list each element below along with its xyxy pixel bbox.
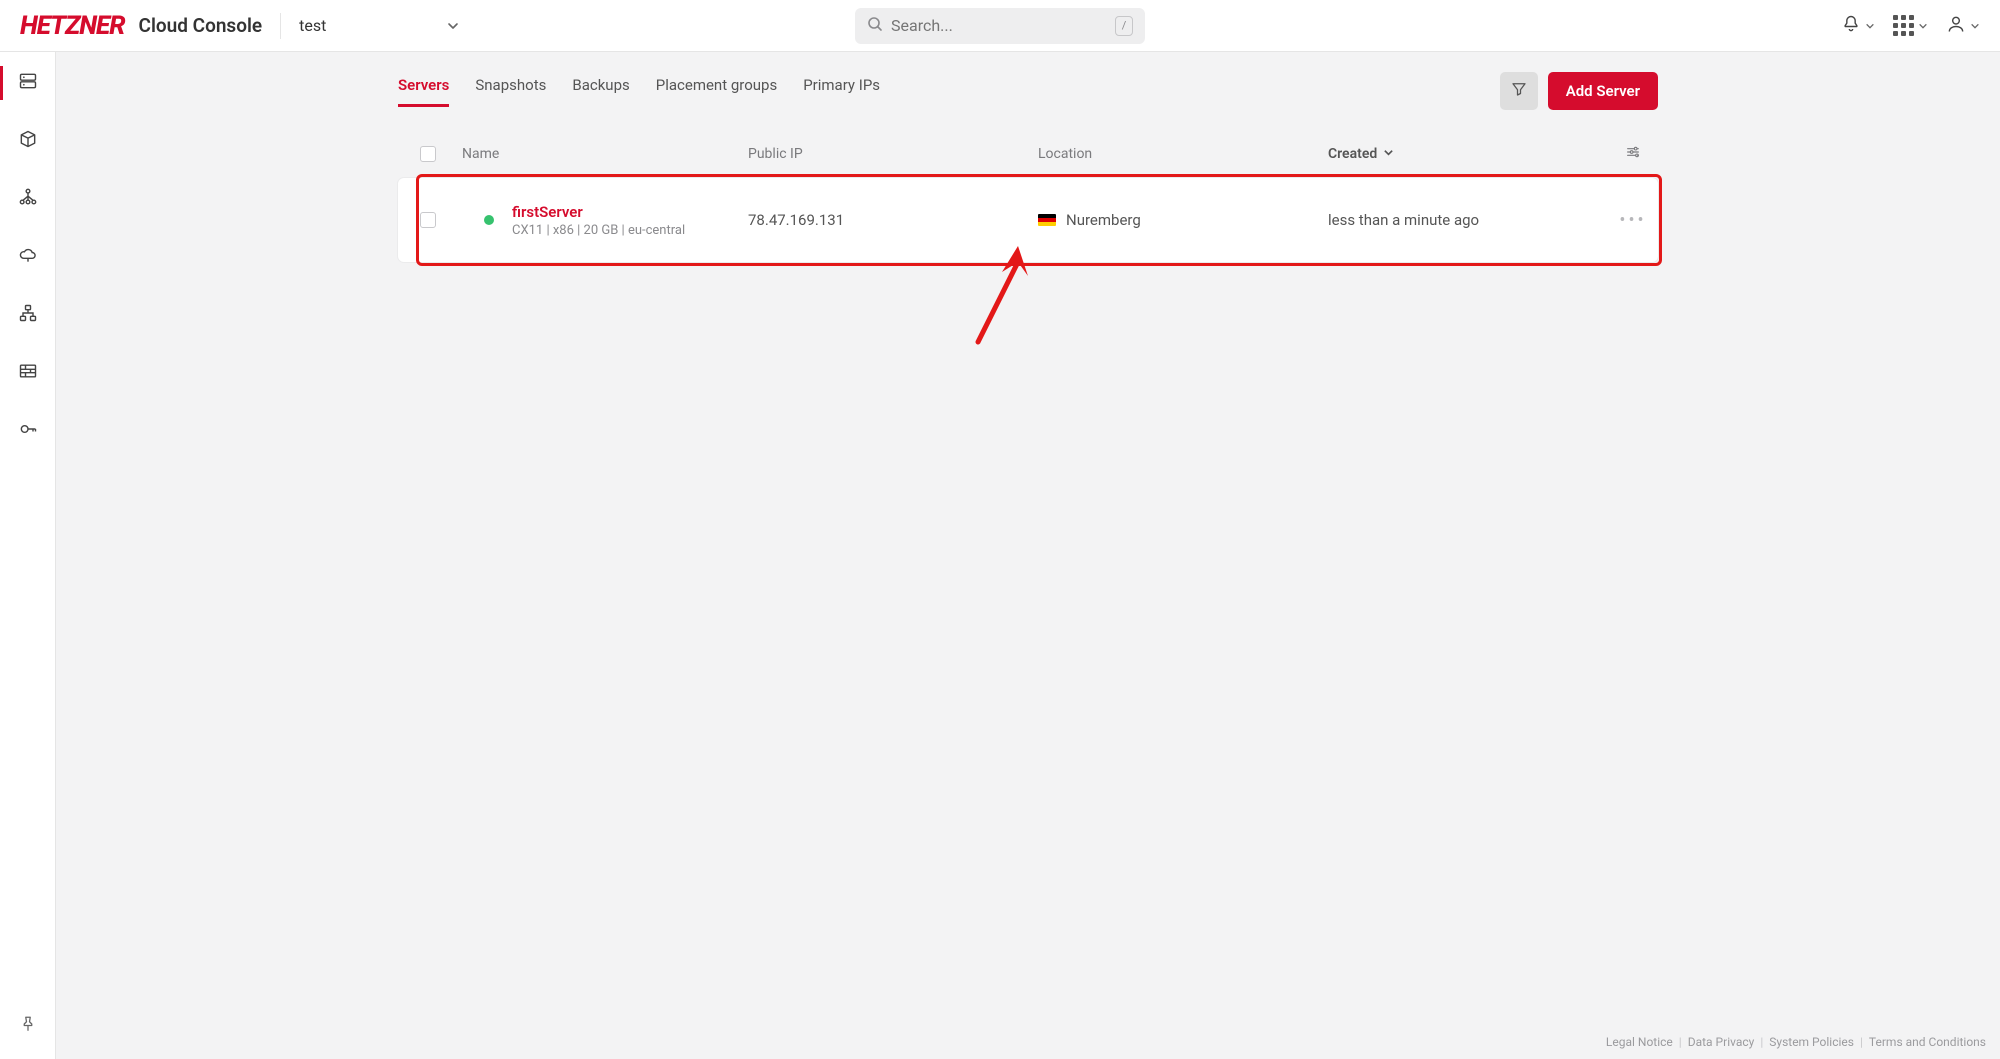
server-meta: CX11 | x86 | 20 GB | eu-central bbox=[512, 223, 685, 238]
user-icon bbox=[1946, 14, 1966, 38]
topbar-actions bbox=[1841, 14, 1980, 38]
brand-logo[interactable]: HETZNER bbox=[20, 11, 125, 41]
chevron-down-icon bbox=[1918, 16, 1928, 35]
tabs-actions: Add Server bbox=[1500, 72, 1658, 110]
tabs-row: Servers Snapshots Backups Placement grou… bbox=[398, 72, 1658, 110]
server-public-ip: 78.47.169.131 bbox=[748, 211, 1038, 229]
project-name: test bbox=[299, 16, 326, 35]
column-name[interactable]: Name bbox=[458, 146, 748, 162]
table-row-wrap: firstServer CX11 | x86 | 20 GB | eu-cent… bbox=[398, 178, 1658, 262]
topbar: HETZNER Cloud Console test / bbox=[0, 0, 2000, 52]
row-actions-button[interactable]: ••• bbox=[1619, 210, 1646, 231]
sidebar-item-servers[interactable] bbox=[0, 66, 56, 100]
add-server-button[interactable]: Add Server bbox=[1548, 72, 1658, 110]
sidebar-item-floating-ips[interactable] bbox=[0, 240, 56, 274]
search-input[interactable] bbox=[891, 16, 1115, 35]
select-all-checkbox[interactable] bbox=[420, 146, 436, 162]
chevron-down-icon bbox=[1865, 16, 1875, 35]
sidebar-item-networks[interactable] bbox=[0, 298, 56, 332]
server-icon bbox=[18, 71, 38, 95]
server-location: Nuremberg bbox=[1066, 211, 1141, 229]
notifications-button[interactable] bbox=[1841, 14, 1875, 38]
servers-table: Name Public IP Location Created bbox=[398, 136, 1658, 262]
footer-data-privacy[interactable]: Data Privacy bbox=[1688, 1035, 1755, 1049]
sidebar-item-load-balancers[interactable] bbox=[0, 182, 56, 216]
network-icon bbox=[18, 303, 38, 327]
tabs: Servers Snapshots Backups Placement grou… bbox=[398, 76, 880, 107]
key-icon bbox=[18, 419, 38, 443]
footer-terms[interactable]: Terms and Conditions bbox=[1869, 1035, 1986, 1049]
chevron-down-icon bbox=[1383, 146, 1394, 162]
sidebar-item-firewalls[interactable] bbox=[0, 356, 56, 390]
cloud-ip-icon bbox=[18, 245, 38, 269]
sidebar bbox=[0, 52, 56, 1059]
column-created[interactable]: Created bbox=[1328, 146, 1588, 162]
main: Servers Snapshots Backups Placement grou… bbox=[56, 52, 2000, 1059]
table-row[interactable]: firstServer CX11 | x86 | 20 GB | eu-cent… bbox=[398, 178, 1658, 262]
pin-icon bbox=[19, 1015, 37, 1037]
table-header: Name Public IP Location Created bbox=[398, 136, 1658, 178]
column-created-label: Created bbox=[1328, 146, 1377, 162]
footer-legal-notice[interactable]: Legal Notice bbox=[1606, 1035, 1673, 1049]
apps-icon bbox=[1893, 15, 1914, 36]
console-title: Cloud Console bbox=[139, 14, 263, 37]
bell-icon bbox=[1841, 14, 1861, 38]
footer-system-policies[interactable]: System Policies bbox=[1769, 1035, 1854, 1049]
firewall-icon bbox=[18, 361, 38, 385]
account-button[interactable] bbox=[1946, 14, 1980, 38]
tab-servers[interactable]: Servers bbox=[398, 76, 449, 107]
sidebar-item-security[interactable] bbox=[0, 414, 56, 448]
row-checkbox[interactable] bbox=[420, 212, 436, 228]
footer: Legal Notice| Data Privacy| System Polic… bbox=[1606, 1035, 1986, 1049]
chevron-down-icon bbox=[447, 20, 459, 32]
tab-backups[interactable]: Backups bbox=[572, 76, 629, 107]
cube-icon bbox=[18, 129, 38, 153]
status-indicator-icon bbox=[484, 215, 494, 225]
chevron-down-icon bbox=[1970, 16, 1980, 35]
column-settings[interactable] bbox=[1608, 144, 1658, 164]
filter-icon bbox=[1510, 80, 1528, 102]
column-location[interactable]: Location bbox=[1038, 146, 1328, 162]
search-shortcut: / bbox=[1115, 16, 1133, 36]
filter-button[interactable] bbox=[1500, 72, 1538, 110]
server-created: less than a minute ago bbox=[1328, 211, 1588, 229]
server-name[interactable]: firstServer bbox=[512, 203, 685, 221]
flag-de-icon bbox=[1038, 214, 1056, 226]
content: Servers Snapshots Backups Placement grou… bbox=[368, 52, 1688, 262]
tab-snapshots[interactable]: Snapshots bbox=[475, 76, 546, 107]
loadbalancer-icon bbox=[18, 187, 38, 211]
sidebar-pin[interactable] bbox=[0, 1009, 56, 1043]
project-picker[interactable]: test bbox=[299, 16, 459, 35]
sliders-icon bbox=[1625, 144, 1641, 164]
tab-placement-groups[interactable]: Placement groups bbox=[656, 76, 777, 107]
tab-primary-ips[interactable]: Primary IPs bbox=[803, 76, 880, 107]
column-public-ip[interactable]: Public IP bbox=[748, 146, 1038, 162]
search-icon bbox=[867, 16, 883, 36]
apps-button[interactable] bbox=[1893, 15, 1928, 36]
search-box[interactable]: / bbox=[855, 8, 1145, 44]
divider bbox=[280, 13, 281, 39]
sidebar-item-volumes[interactable] bbox=[0, 124, 56, 158]
